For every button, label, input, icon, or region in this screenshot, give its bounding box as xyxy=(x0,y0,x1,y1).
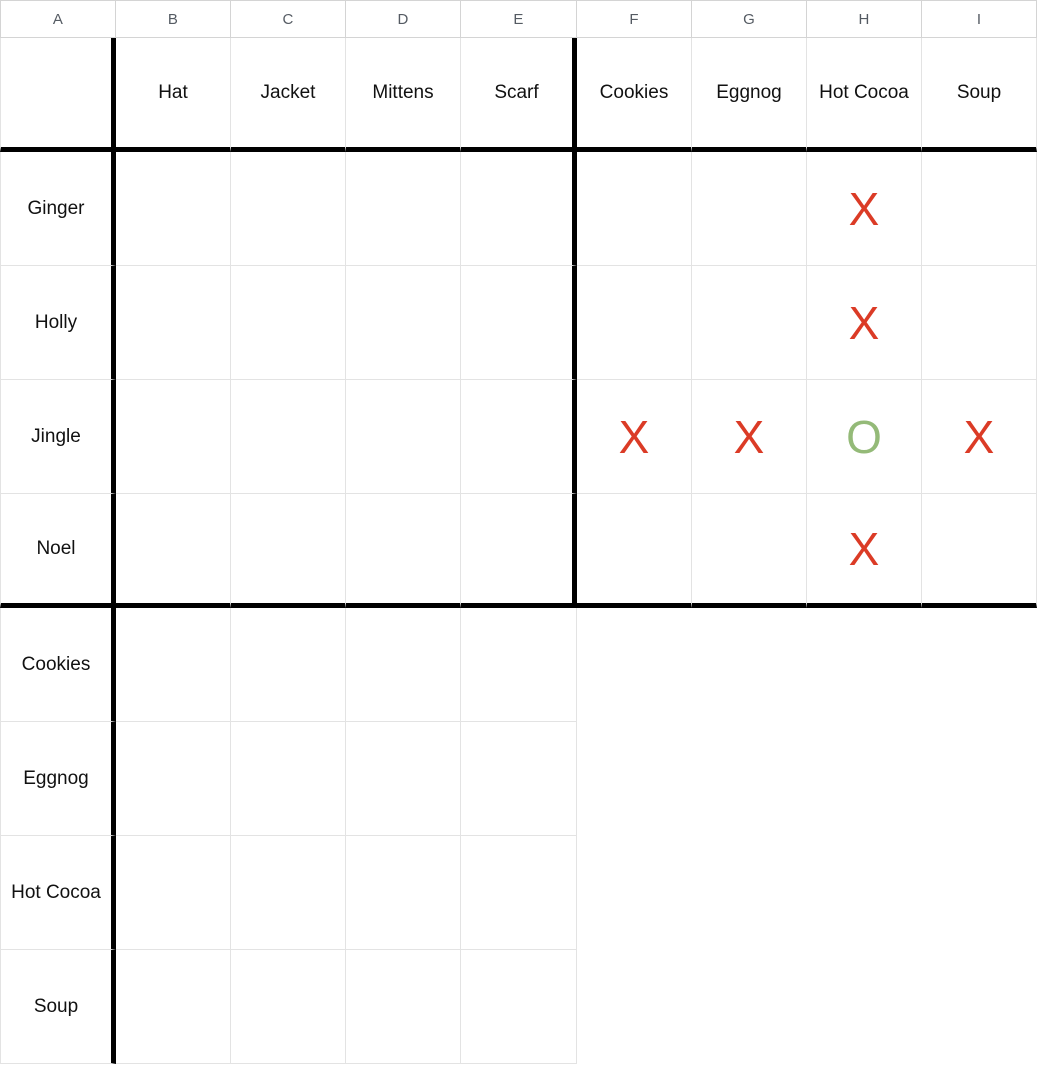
row-label-jingle: Jingle xyxy=(0,380,116,494)
cell-noel-eggnog[interactable] xyxy=(692,494,807,608)
column-label-scarf: Scarf xyxy=(461,38,577,152)
cell-jingle-cookies[interactable]: X xyxy=(577,380,692,494)
grid-corner-cell[interactable] xyxy=(0,38,116,152)
column-header-h[interactable]: H xyxy=(807,0,922,38)
cell-hot-cocoa-hat[interactable] xyxy=(116,836,231,950)
cell-soup-jacket[interactable] xyxy=(231,950,346,1064)
column-header-a[interactable]: A xyxy=(0,0,116,38)
cell-noel-hot-cocoa[interactable]: X xyxy=(807,494,922,608)
cell-noel-jacket[interactable] xyxy=(231,494,346,608)
cell-ginger-mittens[interactable] xyxy=(346,152,461,266)
table-row-hot-cocoa: Hot Cocoa xyxy=(0,836,1037,950)
cell-jingle-hot-cocoa[interactable]: O xyxy=(807,380,922,494)
column-label-hot-cocoa: Hot Cocoa xyxy=(807,38,922,152)
table-row-ginger: Ginger X xyxy=(0,152,1037,266)
cell-holly-eggnog[interactable] xyxy=(692,266,807,380)
cell-holly-mittens[interactable] xyxy=(346,266,461,380)
column-label-mittens: Mittens xyxy=(346,38,461,152)
cell-ginger-hot-cocoa[interactable]: X xyxy=(807,152,922,266)
cell-jingle-soup[interactable]: X xyxy=(922,380,1037,494)
cell-jingle-eggnog[interactable]: X xyxy=(692,380,807,494)
row-label-soup: Soup xyxy=(0,950,116,1064)
cell-soup-scarf[interactable] xyxy=(461,950,577,1064)
cell-noel-soup[interactable] xyxy=(922,494,1037,608)
mark-o-icon: O xyxy=(846,410,882,463)
cell-ginger-hat[interactable] xyxy=(116,152,231,266)
spreadsheet-logic-grid: A B C D E F G H I Hat Jacket Mittens Sca… xyxy=(0,0,1037,1067)
table-row-holly: Holly X xyxy=(0,266,1037,380)
empty-region xyxy=(577,608,1037,722)
cell-jingle-mittens[interactable] xyxy=(346,380,461,494)
cell-ginger-scarf[interactable] xyxy=(461,152,577,266)
cell-holly-hat[interactable] xyxy=(116,266,231,380)
column-header-b[interactable]: B xyxy=(116,0,231,38)
cell-hot-cocoa-mittens[interactable] xyxy=(346,836,461,950)
cell-ginger-jacket[interactable] xyxy=(231,152,346,266)
cell-hot-cocoa-jacket[interactable] xyxy=(231,836,346,950)
row-label-holly: Holly xyxy=(0,266,116,380)
mark-x-icon: X xyxy=(963,410,995,463)
cell-noel-mittens[interactable] xyxy=(346,494,461,608)
cell-jingle-hat[interactable] xyxy=(116,380,231,494)
column-label-cookies: Cookies xyxy=(577,38,692,152)
cell-hot-cocoa-scarf[interactable] xyxy=(461,836,577,950)
row-label-noel: Noel xyxy=(0,494,116,608)
column-label-soup: Soup xyxy=(922,38,1037,152)
cell-holly-soup[interactable] xyxy=(922,266,1037,380)
mark-x-icon: X xyxy=(733,410,765,463)
cell-soup-hat[interactable] xyxy=(116,950,231,1064)
cell-eggnog-jacket[interactable] xyxy=(231,722,346,836)
puzzle-grid: Hat Jacket Mittens Scarf Cookies Eggnog … xyxy=(0,38,1037,1067)
table-row-cookies: Cookies xyxy=(0,608,1037,722)
mark-x-icon: X xyxy=(848,296,880,349)
cell-holly-jacket[interactable] xyxy=(231,266,346,380)
table-row-jingle: Jingle X X O X xyxy=(0,380,1037,494)
cell-cookies-mittens[interactable] xyxy=(346,608,461,722)
table-row-noel: Noel X xyxy=(0,494,1037,608)
cell-ginger-cookies[interactable] xyxy=(577,152,692,266)
column-label-eggnog: Eggnog xyxy=(692,38,807,152)
table-row-soup: Soup xyxy=(0,950,1037,1064)
cell-eggnog-scarf[interactable] xyxy=(461,722,577,836)
cell-eggnog-hat[interactable] xyxy=(116,722,231,836)
cell-noel-hat[interactable] xyxy=(116,494,231,608)
column-label-hat: Hat xyxy=(116,38,231,152)
empty-region xyxy=(577,836,1037,950)
cell-cookies-scarf[interactable] xyxy=(461,608,577,722)
cell-soup-mittens[interactable] xyxy=(346,950,461,1064)
cell-holly-scarf[interactable] xyxy=(461,266,577,380)
cell-eggnog-mittens[interactable] xyxy=(346,722,461,836)
column-header-g[interactable]: G xyxy=(692,0,807,38)
cell-noel-cookies[interactable] xyxy=(577,494,692,608)
column-header-f[interactable]: F xyxy=(577,0,692,38)
column-header-row: A B C D E F G H I xyxy=(0,0,1037,38)
column-header-d[interactable]: D xyxy=(346,0,461,38)
column-header-i[interactable]: I xyxy=(922,0,1037,38)
cell-cookies-jacket[interactable] xyxy=(231,608,346,722)
column-header-c[interactable]: C xyxy=(231,0,346,38)
row-label-hot-cocoa: Hot Cocoa xyxy=(0,836,116,950)
cell-jingle-jacket[interactable] xyxy=(231,380,346,494)
category-label-row: Hat Jacket Mittens Scarf Cookies Eggnog … xyxy=(0,38,1037,152)
mark-x-icon: X xyxy=(848,182,880,235)
mark-x-icon: X xyxy=(618,410,650,463)
cell-ginger-soup[interactable] xyxy=(922,152,1037,266)
empty-region xyxy=(577,950,1037,1064)
cell-holly-cookies[interactable] xyxy=(577,266,692,380)
column-label-jacket: Jacket xyxy=(231,38,346,152)
cell-cookies-hat[interactable] xyxy=(116,608,231,722)
cell-noel-scarf[interactable] xyxy=(461,494,577,608)
table-row-eggnog: Eggnog xyxy=(0,722,1037,836)
cell-jingle-scarf[interactable] xyxy=(461,380,577,494)
cell-ginger-eggnog[interactable] xyxy=(692,152,807,266)
cell-holly-hot-cocoa[interactable]: X xyxy=(807,266,922,380)
row-label-ginger: Ginger xyxy=(0,152,116,266)
row-label-cookies: Cookies xyxy=(0,608,116,722)
row-label-eggnog: Eggnog xyxy=(0,722,116,836)
column-header-e[interactable]: E xyxy=(461,0,577,38)
empty-region xyxy=(577,722,1037,836)
mark-x-icon: X xyxy=(848,522,880,575)
